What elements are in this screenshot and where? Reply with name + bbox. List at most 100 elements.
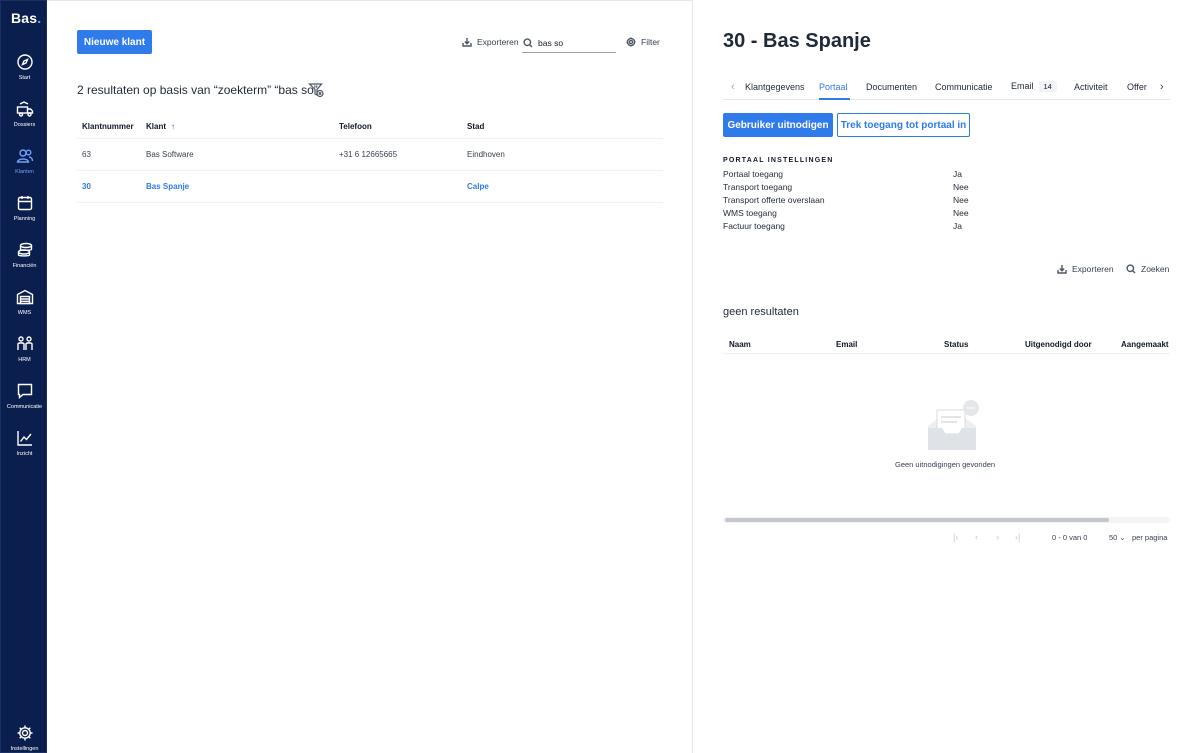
nav-item-financien[interactable]: Financiën bbox=[1, 241, 48, 285]
coins-icon bbox=[17, 242, 32, 257]
clear-filter-button[interactable] bbox=[308, 82, 324, 98]
cell-name: Bas Software bbox=[141, 138, 334, 171]
nav-item-hrm[interactable]: HRM bbox=[1, 335, 48, 379]
column-header-uitgenodigd-door[interactable]: Uitgenodigd door bbox=[1025, 340, 1092, 349]
invite-user-button[interactable]: Gebruiker uitnodigen bbox=[723, 113, 833, 137]
nav-item-planning[interactable]: Planning bbox=[1, 194, 48, 238]
tab-documenten[interactable]: Documenten bbox=[866, 82, 917, 92]
filter-label: Filter bbox=[641, 37, 660, 47]
tab-portaal[interactable]: Portaal bbox=[819, 82, 848, 92]
setting-row-transport-toegang: Transport toegang Nee bbox=[723, 182, 1023, 192]
invitations-search-button[interactable]: Zoeken bbox=[1126, 264, 1169, 274]
column-header-klantnummer[interactable]: Klantnummer bbox=[77, 116, 141, 139]
new-client-button[interactable]: Nieuwe klant bbox=[77, 30, 152, 54]
column-header-klant[interactable]: Klant ↑ bbox=[141, 116, 334, 139]
column-header-aangemaakt[interactable]: Aangemaakt bbox=[1121, 340, 1169, 349]
gear-icon bbox=[17, 725, 32, 741]
table-row-selected[interactable]: 30 Bas Spanje Calpe bbox=[77, 170, 663, 203]
nav-item-dossiers[interactable]: Dossiers bbox=[1, 100, 48, 144]
setting-value: Nee bbox=[953, 195, 969, 205]
setting-label: Transport toegang bbox=[723, 182, 793, 192]
invitations-table-header: Naam Email Status Uitgenodigd door Aange… bbox=[723, 336, 1170, 354]
tab-email[interactable]: Email 14 bbox=[1011, 81, 1057, 92]
download-icon bbox=[1057, 265, 1067, 274]
nav-label: Communicatie bbox=[6, 404, 43, 410]
filter-button[interactable]: Filter bbox=[626, 37, 660, 47]
filter-clear-icon bbox=[308, 83, 324, 98]
app-logo[interactable]: Bas. bbox=[11, 10, 41, 26]
cell-phone bbox=[334, 170, 462, 203]
column-header-naam[interactable]: Naam bbox=[729, 340, 751, 349]
client-detail-title: 30 - Bas Spanje bbox=[723, 30, 871, 52]
table-header-row: Klantnummer Klant ↑ Telefoon Stad bbox=[77, 116, 663, 139]
pagination-range: 0 - 0 van 0 bbox=[1052, 533, 1088, 542]
nav-item-klanten[interactable]: Klanten bbox=[1, 147, 48, 191]
nav-label: Inzicht bbox=[16, 451, 33, 457]
revoke-portal-access-button[interactable]: Trek toegang tot portaal in bbox=[837, 113, 970, 137]
tab-offertes[interactable]: Offer bbox=[1127, 82, 1147, 92]
compass-icon bbox=[16, 54, 33, 70]
setting-label: Portaal toegang bbox=[723, 169, 784, 179]
cell-city: Eindhoven bbox=[462, 138, 663, 171]
search-input[interactable] bbox=[538, 37, 612, 48]
export-button[interactable]: Exporteren bbox=[462, 37, 519, 47]
email-count-badge: 14 bbox=[1038, 81, 1057, 92]
scrollbar-thumb[interactable] bbox=[725, 518, 1109, 522]
no-results-text: geen resultaten bbox=[723, 306, 799, 318]
setting-value: Ja bbox=[953, 169, 962, 179]
sidebar: Bas. Start Dossiers Klanten Planning Fin… bbox=[0, 0, 47, 753]
last-page-icon[interactable]: ›| bbox=[1015, 532, 1020, 542]
empty-inbox-illustration bbox=[920, 398, 984, 454]
calendar-icon bbox=[17, 196, 32, 211]
client-list-panel bbox=[47, 0, 693, 753]
results-title: 2 resultaten op basis van “zoekterm” “ba… bbox=[77, 83, 318, 97]
previous-page-icon[interactable]: ‹ bbox=[975, 532, 978, 542]
sort-asc-icon: ↑ bbox=[171, 122, 175, 132]
column-header-status[interactable]: Status bbox=[944, 340, 968, 349]
nav-item-inzicht[interactable]: Inzicht bbox=[1, 429, 48, 473]
clients-table: Klantnummer Klant ↑ Telefoon Stad 63 Bas … bbox=[77, 116, 663, 203]
chat-icon bbox=[17, 383, 32, 400]
tab-communicatie[interactable]: Communicatie bbox=[935, 82, 993, 92]
setting-label: Factuur toegang bbox=[723, 221, 785, 231]
panel-divider bbox=[692, 0, 693, 753]
setting-row-transport-offerte: Transport offerte overslaan Nee bbox=[723, 195, 1023, 205]
tab-activiteit[interactable]: Activiteit bbox=[1074, 82, 1108, 92]
people-icon bbox=[16, 336, 33, 350]
users-icon bbox=[16, 149, 33, 163]
nav-item-wms[interactable]: WMS bbox=[1, 288, 48, 332]
cell-city: Calpe bbox=[462, 170, 663, 203]
search-field[interactable] bbox=[522, 33, 616, 53]
export-label: Exporteren bbox=[477, 37, 519, 47]
export-label: Exporteren bbox=[1072, 264, 1114, 274]
cell-name: Bas Spanje bbox=[141, 170, 334, 203]
tabs-scroll-left-icon[interactable]: ‹ bbox=[731, 81, 735, 93]
portal-settings-heading: PORTAAL INSTELLINGEN bbox=[723, 157, 834, 164]
nav-item-communicatie[interactable]: Communicatie bbox=[1, 382, 48, 426]
nav-label: HRM bbox=[18, 357, 31, 363]
nav-item-start[interactable]: Start bbox=[1, 53, 48, 97]
column-header-email[interactable]: Email bbox=[836, 340, 857, 349]
chevron-down-icon: ⌄ bbox=[1117, 533, 1126, 542]
next-page-icon[interactable]: › bbox=[996, 532, 999, 542]
per-page-select[interactable]: 50 ⌄ bbox=[1109, 533, 1126, 542]
nav-item-instellingen[interactable]: Instellingen bbox=[1, 724, 48, 753]
download-icon bbox=[462, 38, 472, 47]
setting-row-wms-toegang: WMS toegang Nee bbox=[723, 208, 1023, 218]
tab-klantgegevens[interactable]: Klantgegevens bbox=[745, 82, 805, 92]
cell-number: 30 bbox=[77, 170, 141, 203]
tabs-scroll-right-icon[interactable]: › bbox=[1156, 81, 1168, 93]
setting-value: Nee bbox=[953, 208, 969, 218]
search-icon bbox=[523, 37, 533, 47]
invitations-export-button[interactable]: Exporteren bbox=[1057, 264, 1114, 274]
nav-label: Start bbox=[18, 75, 31, 81]
truck-icon bbox=[16, 101, 33, 117]
first-page-icon[interactable]: |‹ bbox=[953, 532, 958, 542]
column-header-telefoon[interactable]: Telefoon bbox=[334, 116, 462, 139]
active-tab-indicator bbox=[819, 98, 850, 100]
column-header-stad[interactable]: Stad bbox=[462, 116, 663, 139]
nav-label: Dossiers bbox=[13, 122, 36, 128]
per-page-label: per pagina bbox=[1132, 533, 1168, 542]
table-row[interactable]: 63 Bas Software +31 6 12665665 Eindhoven bbox=[77, 138, 663, 171]
setting-row-factuur-toegang: Factuur toegang Ja bbox=[723, 221, 1023, 231]
